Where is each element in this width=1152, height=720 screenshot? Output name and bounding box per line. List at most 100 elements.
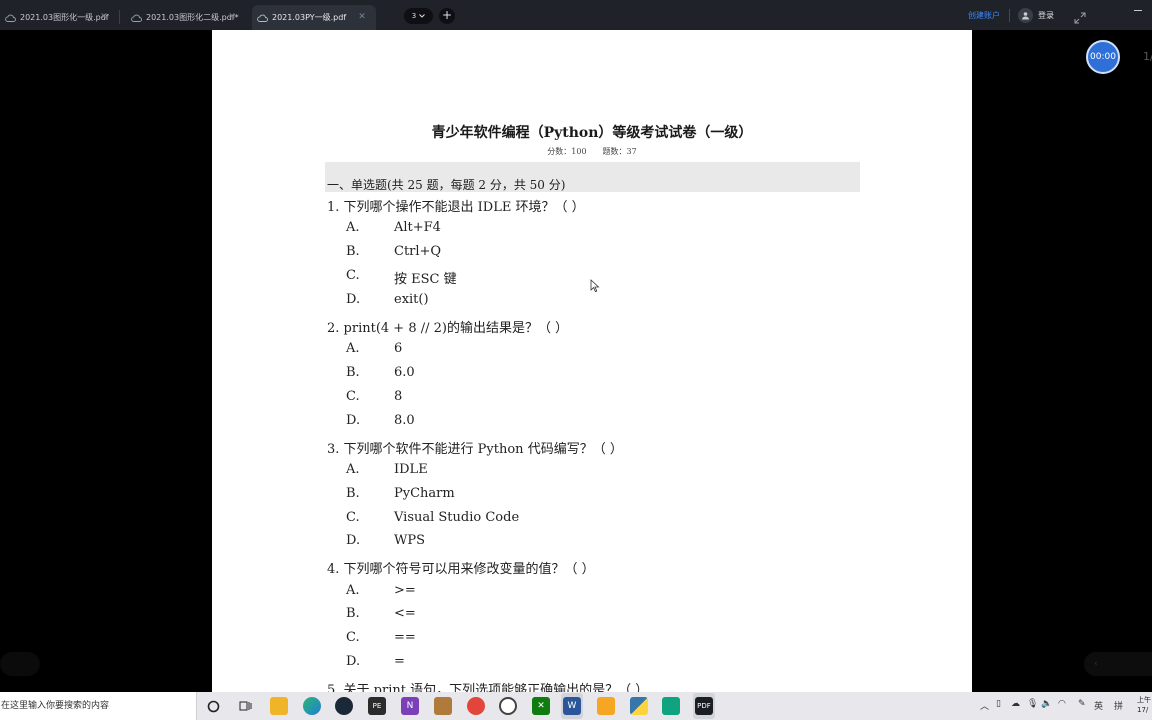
fullscreen-icon[interactable]	[1074, 9, 1086, 24]
tab-graphic-level1[interactable]: 2021.03图形化一级.pdf ✕	[0, 5, 118, 30]
tab-python-level1[interactable]: 2021.03PY一级.pdf ✕	[252, 5, 376, 30]
tab-divider	[119, 10, 120, 24]
cloud-sync-icon[interactable]: ☁	[1011, 699, 1020, 709]
close-icon[interactable]: ✕	[226, 11, 238, 23]
option-text: exit()	[394, 292, 429, 307]
option-text: WPS	[394, 533, 426, 548]
pen-icon[interactable]: ✎	[1078, 699, 1086, 709]
option-text: Alt+F4	[394, 220, 441, 235]
wifi-icon[interactable]: ◠	[1058, 699, 1066, 709]
option-text: IDLE	[394, 462, 428, 477]
option-letter: C.	[346, 630, 360, 645]
option-letter: B.	[346, 244, 360, 259]
tab-bar: 2021.03图形化一级.pdf ✕ 2021.03图形化二级.pdf* ✕ 2…	[0, 0, 1152, 30]
clock-time: 上午	[1137, 696, 1151, 704]
tab-graphic-level2[interactable]: 2021.03图形化二级.pdf* ✕	[126, 5, 246, 30]
option-text: ==	[394, 630, 416, 645]
taskbar-search-input[interactable]: 在这里输入你要搜索的内容	[0, 692, 197, 720]
section-title: 一、单选题(共 25 题，每题 2 分，共 50 分)	[327, 178, 566, 192]
document-title: 青少年软件编程（Python）等级考试试卷（一级）	[431, 125, 753, 141]
microphone-icon[interactable]: 🎙	[1027, 699, 1038, 709]
clock-date: 17/	[1137, 706, 1149, 714]
minimize-button[interactable]	[1134, 10, 1142, 11]
option-text: 按 ESC 键	[394, 272, 457, 287]
option-letter: D.	[346, 413, 361, 428]
option-text: Visual Studio Code	[394, 510, 520, 525]
cloud-icon	[4, 11, 17, 24]
option-letter: A.	[346, 462, 360, 477]
user-icon[interactable]	[1018, 8, 1033, 23]
option-letter: D.	[346, 654, 361, 669]
ime-mode[interactable]: 拼	[1114, 699, 1123, 712]
option-letter: C.	[346, 268, 360, 283]
close-icon[interactable]: ✕	[356, 11, 368, 23]
cloud-icon	[130, 11, 143, 24]
option-letter: A.	[346, 341, 360, 356]
page-indicator: 1/	[1143, 50, 1152, 63]
tab-list-dropdown[interactable]: 3	[404, 8, 433, 24]
word-icon[interactable]: W	[563, 697, 581, 715]
option-letter: B.	[346, 486, 360, 501]
task-view-icon[interactable]	[236, 697, 254, 715]
option-text: 6	[394, 341, 403, 356]
tab-label: 2021.03图形化二级.pdf*	[146, 13, 239, 22]
clock[interactable]: 上午 17/	[1137, 695, 1151, 715]
left-floating-toolbar[interactable]	[0, 652, 40, 676]
chevron-down-icon	[419, 12, 426, 20]
pdf-page: 青少年软件编程（Python）等级考试试卷（一级） 分数：100 题数：37 一…	[212, 30, 972, 692]
option-letter: A.	[346, 220, 360, 235]
question-1: 1. 下列哪个操作不能退出 IDLE 环境？（ ）	[327, 200, 585, 215]
cortana-icon[interactable]	[204, 697, 222, 715]
chrome-icon[interactable]	[499, 697, 517, 715]
close-icon[interactable]: ✕	[98, 11, 110, 23]
file-explorer-icon[interactable]	[270, 697, 288, 715]
question-5: 5. 关于 print 语句，下列选项能够正确输出的是？（ ）	[327, 683, 649, 692]
option-letter: A.	[346, 583, 360, 598]
device-icon[interactable]: ▯	[996, 699, 1001, 709]
new-tab-button[interactable]: +	[439, 8, 455, 24]
chevron-left-icon[interactable]: ‹	[1094, 659, 1098, 669]
app-orange-icon[interactable]	[597, 697, 615, 715]
cloud-icon	[256, 11, 269, 24]
option-text: <=	[394, 606, 416, 621]
onenote-icon[interactable]: N	[401, 697, 419, 715]
option-text: Ctrl+Q	[394, 244, 442, 259]
ime-language[interactable]: 英	[1094, 699, 1103, 712]
option-letter: D.	[346, 533, 361, 548]
python-idle-icon[interactable]	[630, 697, 648, 715]
header-divider	[1009, 9, 1010, 22]
option-text: 8	[394, 389, 403, 404]
question-3: 3. 下列哪个软件不能进行 Python 代码编写？（ ）	[327, 442, 623, 457]
option-text: PyCharm	[394, 486, 455, 501]
option-text: >=	[394, 583, 416, 598]
taskbar: 在这里输入你要搜索的内容 PE N ✕ W PDF ︿ ▯ ☁ 🎙 🔈 ◠ ✎ …	[0, 692, 1152, 720]
option-letter: D.	[346, 292, 361, 307]
option-text: =	[394, 654, 405, 669]
plus-icon: +	[441, 8, 453, 22]
chevron-up-icon[interactable]: ︿	[980, 699, 989, 712]
timer-button[interactable]: 00:00	[1086, 40, 1120, 74]
speaker-icon[interactable]: 🔈	[1041, 699, 1052, 709]
option-text: 8.0	[394, 413, 415, 428]
question-2: 2. print(4 + 8 // 2)的输出结果是？（ ）	[327, 321, 569, 336]
option-letter: B.	[346, 606, 360, 621]
app-red-icon[interactable]	[467, 697, 485, 715]
app-icon[interactable]: PE	[368, 697, 386, 715]
package-icon[interactable]	[434, 697, 452, 715]
tab-label: 2021.03图形化一级.pdf	[20, 13, 109, 22]
page-nav-toolbar[interactable]: ‹	[1084, 652, 1152, 676]
option-text: 6.0	[394, 365, 415, 380]
xbox-icon[interactable]: ✕	[532, 697, 550, 715]
option-letter: B.	[346, 365, 360, 380]
login-button[interactable]: 登录	[1038, 10, 1054, 21]
tab-count: 3	[411, 12, 417, 20]
edge-browser-icon[interactable]	[303, 697, 321, 715]
question-4: 4. 下列哪个符号可以用来修改变量的值？（ ）	[327, 562, 595, 577]
steam-icon[interactable]	[335, 697, 353, 715]
app-green-icon[interactable]	[662, 697, 680, 715]
document-meta: 分数：100 题数：37	[547, 147, 637, 156]
pdf-reader-icon[interactable]: PDF	[695, 697, 713, 715]
create-account-link[interactable]: 创建账户	[968, 10, 1000, 21]
option-letter: C.	[346, 389, 360, 404]
mouse-cursor-icon	[590, 279, 600, 293]
